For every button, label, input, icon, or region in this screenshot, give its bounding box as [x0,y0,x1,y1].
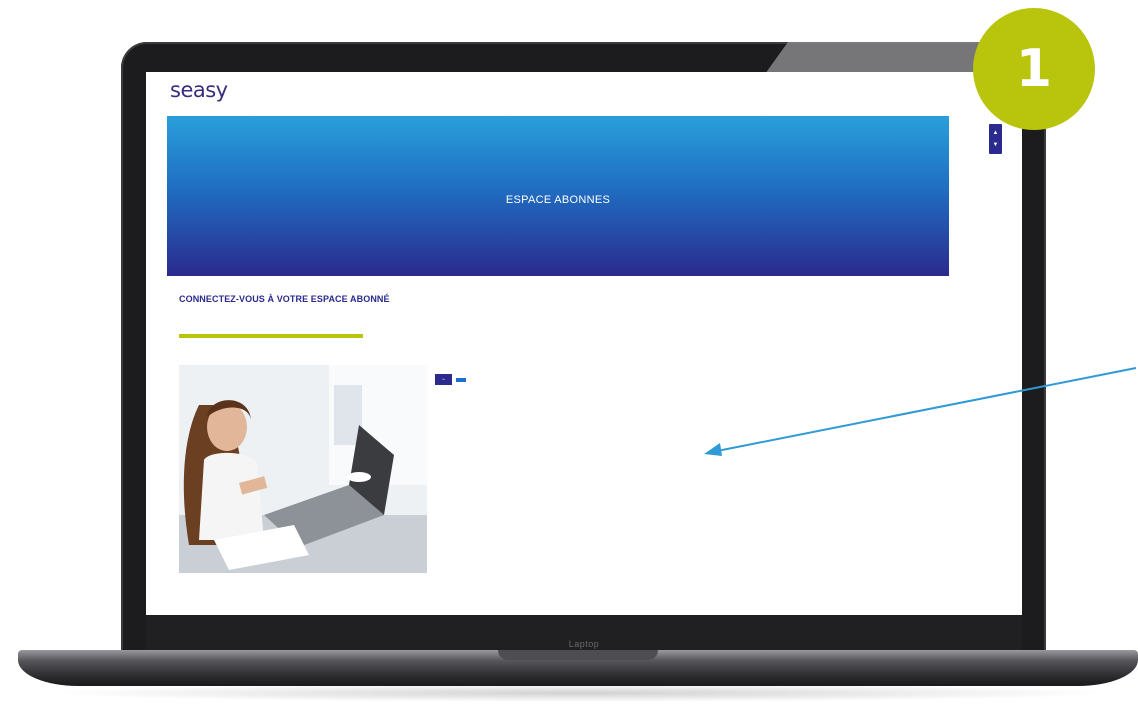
laptop-notch [498,650,658,660]
section-title: CONNECTEZ-VOUS À VOTRE ESPACE ABONNÉ [179,294,390,304]
connect-link[interactable] [456,377,466,382]
page-title: ESPACE ABONNES [505,194,611,206]
seasy-logo[interactable]: seasy [170,78,272,102]
laptop-screen: seasy ESPACE ABONNES ▲ ▼ CONNECTEZ-VOUS … [146,72,1022,615]
photo-illustration [179,365,427,573]
scroll-widget[interactable]: ▲ ▼ [989,124,1002,154]
accent-underline [179,334,363,338]
connect-row: − [435,374,466,385]
woman-laptop-photo [179,365,427,573]
step-number-badge: 1 [973,8,1095,130]
laptop-chin: Laptop [146,615,1022,651]
scroll-down-icon[interactable]: ▼ [993,142,999,148]
annotation-arrow [704,367,1137,456]
scroll-up-icon[interactable]: ▲ [993,130,999,136]
hero-banner: ESPACE ABONNES [167,116,949,276]
laptop-brand-label: Laptop [568,639,600,649]
laptop-shadow [40,684,1120,702]
logo-wordmark: seasy [170,78,228,102]
collapse-toggle-button[interactable]: − [435,374,452,385]
